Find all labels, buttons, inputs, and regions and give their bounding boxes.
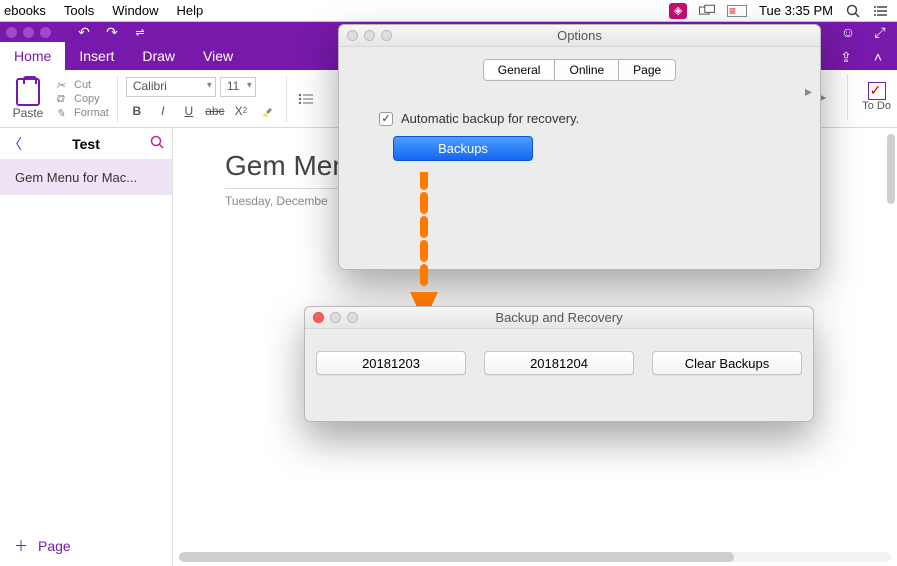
- close-icon[interactable]: [347, 30, 358, 41]
- tab-general[interactable]: General: [484, 60, 556, 80]
- minimize-icon[interactable]: [330, 312, 341, 323]
- menubar-clock: Tue 3:35 PM: [759, 3, 833, 18]
- minimize-icon[interactable]: [364, 30, 375, 41]
- todo-label: To Do: [862, 100, 891, 112]
- mac-menubar: ebooks Tools Window Help ◈ Tue 3:35 PM: [0, 0, 897, 22]
- gem-menubar-icon[interactable]: ◈: [669, 3, 687, 19]
- clear-backups-button[interactable]: Clear Backups: [652, 351, 802, 375]
- add-page-button[interactable]: ＋ Page: [0, 526, 172, 566]
- todo-button[interactable]: ✓ To Do: [862, 82, 891, 112]
- window-dot[interactable]: [6, 27, 17, 38]
- qat-dropdown-icon[interactable]: ⇌: [129, 23, 151, 41]
- backups-button[interactable]: Backups: [393, 136, 533, 161]
- options-tabs: General Online Page: [483, 59, 676, 81]
- font-family-select[interactable]: Calibri: [126, 77, 216, 97]
- redo-icon[interactable]: ↷: [101, 23, 123, 41]
- format-painter-button[interactable]: ✎Format: [56, 107, 109, 119]
- window-dot[interactable]: [23, 27, 34, 38]
- tab-online[interactable]: Online: [555, 60, 619, 80]
- input-flag-icon[interactable]: [727, 5, 747, 17]
- auto-backup-checkbox[interactable]: ✓: [379, 112, 393, 126]
- menu-list-icon[interactable]: [873, 3, 889, 19]
- smiley-icon[interactable]: ☺: [837, 23, 859, 41]
- search-icon[interactable]: [150, 135, 164, 152]
- options-window: Options General Online Page ▸ ✓ Automati…: [338, 24, 821, 270]
- zoom-icon[interactable]: [347, 312, 358, 323]
- page-sidebar: 〈 Test Gem Menu for Mac... ＋ Page: [0, 128, 173, 566]
- backup-date-button[interactable]: 20181204: [484, 351, 634, 375]
- tab-page[interactable]: Page: [619, 60, 675, 80]
- tab-home[interactable]: Home: [0, 42, 65, 70]
- close-icon[interactable]: [313, 312, 324, 323]
- bold-button[interactable]: B: [126, 101, 148, 121]
- plus-icon: ＋: [14, 536, 28, 556]
- page-date: Tuesday, Decembe: [225, 194, 328, 208]
- fullscreen-icon[interactable]: ⤢: [869, 23, 891, 41]
- add-page-label: Page: [38, 538, 71, 554]
- chevron-up-icon[interactable]: ˄: [867, 48, 889, 66]
- vertical-scrollbar[interactable]: [887, 134, 895, 204]
- window-dot[interactable]: [40, 27, 51, 38]
- menu-item[interactable]: Tools: [64, 3, 94, 18]
- subscript-button[interactable]: X2: [230, 101, 252, 121]
- share-icon[interactable]: ⇪: [835, 48, 857, 66]
- cut-button[interactable]: ✂Cut: [56, 79, 109, 91]
- paste-button[interactable]: Paste: [8, 78, 48, 120]
- undo-icon[interactable]: ↶: [73, 23, 95, 41]
- auto-backup-label: Automatic backup for recovery.: [401, 111, 579, 126]
- clipboard-icon: [16, 78, 40, 106]
- italic-button[interactable]: I: [152, 101, 174, 121]
- tab-view[interactable]: View: [189, 42, 247, 70]
- highlight-button[interactable]: [256, 101, 278, 121]
- underline-button[interactable]: U: [178, 101, 200, 121]
- menu-item[interactable]: Help: [177, 3, 204, 18]
- options-title: Options: [557, 28, 602, 43]
- bullets-button[interactable]: [295, 89, 317, 109]
- copy-button[interactable]: ⧉Copy: [56, 93, 109, 105]
- page-title[interactable]: Gem Men: [225, 150, 348, 182]
- paste-label: Paste: [13, 106, 44, 120]
- backup-date-button[interactable]: 20181203: [316, 351, 466, 375]
- tab-draw[interactable]: Draw: [128, 42, 189, 70]
- menu-item[interactable]: ebooks: [4, 3, 46, 18]
- page-list-item[interactable]: Gem Menu for Mac...: [0, 160, 172, 195]
- spotlight-icon[interactable]: [845, 3, 861, 19]
- chevron-right-icon[interactable]: ▸: [805, 83, 812, 100]
- font-size-select[interactable]: 11: [220, 77, 256, 97]
- horizontal-scrollbar[interactable]: [179, 552, 891, 562]
- backup-window: Backup and Recovery 20181203 20181204 Cl…: [304, 306, 814, 422]
- backup-title: Backup and Recovery: [495, 310, 622, 325]
- tab-insert[interactable]: Insert: [65, 42, 128, 70]
- strike-button[interactable]: abc: [204, 101, 226, 121]
- zoom-icon[interactable]: [381, 30, 392, 41]
- back-icon[interactable]: 〈: [8, 134, 22, 154]
- displays-icon[interactable]: [699, 3, 715, 19]
- section-title: Test: [72, 136, 100, 152]
- menu-item[interactable]: Window: [112, 3, 158, 18]
